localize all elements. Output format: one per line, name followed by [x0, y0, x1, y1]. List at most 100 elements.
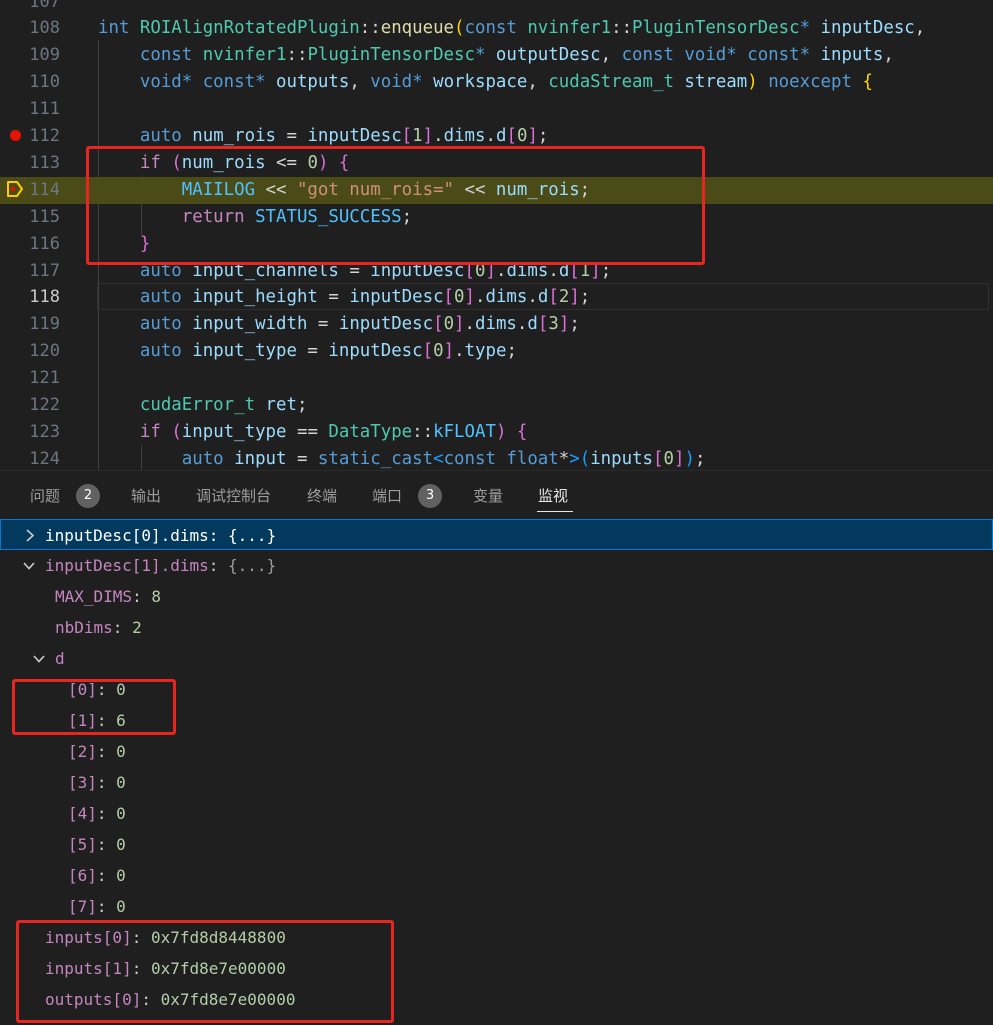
watch-item[interactable]: inputDesc[1].dims: {...}: [0, 550, 993, 581]
code-line[interactable]: 122 cudaError_t ret;: [0, 392, 993, 419]
watch-item[interactable]: nbDims: 2: [0, 612, 993, 643]
code-token: {: [516, 421, 528, 442]
code-line[interactable]: 110 void* const* outputs, void* workspac…: [0, 69, 993, 96]
code-token: [: [537, 314, 549, 335]
chevron-right-icon[interactable]: [23, 520, 37, 551]
watch-item[interactable]: d: [0, 643, 993, 674]
watch-value: 0: [116, 804, 126, 823]
highlight-if-block: [86, 146, 705, 265]
code-token: void*: [370, 72, 434, 93]
watch-name: [4]: [68, 804, 97, 823]
watch-item[interactable]: MAX_DIMS: 8: [0, 581, 993, 612]
code-token: ::: [611, 18, 633, 39]
watch-expression: inputDesc[1].dims: {...}: [45, 550, 276, 581]
code-token: PluginTensorDesc: [632, 18, 800, 39]
chevron-down-icon[interactable]: [22, 550, 36, 581]
code-token: ::: [286, 45, 308, 66]
line-number: 111: [29, 99, 60, 120]
code-token: >: [569, 448, 580, 469]
code-line[interactable]: 121: [0, 365, 993, 392]
code-token: int: [98, 18, 140, 39]
code-token: void* const*: [139, 72, 277, 93]
watch-value: {...}: [228, 556, 277, 575]
watch-value: 0: [116, 866, 126, 885]
code-token: .: [485, 126, 496, 146]
code-token: ]: [422, 126, 434, 146]
cursor-line-outline: [97, 283, 989, 310]
line-number: 118: [29, 287, 60, 308]
code-token: =: [307, 314, 339, 335]
code-token: ]: [527, 126, 538, 146]
watch-item[interactable]: [4]: 0: [0, 798, 993, 829]
code-token: const float: [443, 448, 559, 469]
watch-expression: [3]: 0: [68, 767, 126, 798]
problems-count-badge: 2: [76, 484, 100, 508]
watch-separator: :: [96, 804, 117, 823]
code-token: ,: [883, 45, 894, 66]
code-token: ): [747, 72, 758, 93]
code-token: 0: [663, 448, 674, 469]
tab-output[interactable]: 输出: [131, 485, 161, 507]
line-number: 107: [29, 0, 60, 12]
watch-value: 0: [116, 835, 126, 854]
watch-expression: [6]: 0: [68, 860, 126, 891]
code-line[interactable]: 124 auto input = static_cast<const float…: [0, 446, 993, 470]
code-line[interactable]: 119 auto input_width = inputDesc[0].dims…: [0, 311, 993, 338]
watch-item[interactable]: inputDesc[0].dims: {...}: [0, 519, 993, 550]
code-line[interactable]: 109 const nvinfer1::PluginTensorDesc* ou…: [0, 42, 993, 69]
code-line[interactable]: 107: [0, 0, 993, 15]
code-token: noexcept: [768, 72, 863, 93]
watch-value: 0: [116, 742, 126, 761]
watch-separator: :: [132, 587, 152, 606]
code-text: auto input_width = inputDesc[0].dims.d[3…: [98, 311, 580, 338]
breakpoint-icon[interactable]: [10, 130, 21, 141]
tab-problems[interactable]: 问题: [30, 485, 60, 507]
code-line[interactable]: 123 if (input_type == DataType::kFLOAT) …: [0, 419, 993, 446]
code-token: num_rois: [192, 126, 277, 146]
watch-item[interactable]: [3]: 0: [0, 767, 993, 798]
code-line[interactable]: 120 auto input_type = inputDesc[0].type;: [0, 338, 993, 365]
code-token: ==: [286, 421, 329, 442]
line-number: 110: [29, 72, 60, 93]
watch-item[interactable]: [7]: 0: [0, 891, 993, 922]
watch-value: {...}: [228, 526, 277, 545]
code-token: stream: [684, 72, 748, 93]
code-token: kFLOAT: [433, 421, 496, 442]
tab-terminal[interactable]: 终端: [307, 485, 337, 507]
tab-variables[interactable]: 变量: [473, 485, 503, 507]
watch-name: [5]: [68, 835, 97, 854]
code-text: int ROIAlignRotatedPlugin::enqueue(const…: [98, 15, 925, 42]
watch-separator: :: [112, 618, 133, 637]
watch-name: [3]: [68, 773, 97, 792]
code-token: .: [433, 126, 444, 146]
code-token: ;: [296, 395, 308, 415]
code-token: d: [527, 314, 538, 335]
line-number: 112: [29, 126, 60, 146]
code-line[interactable]: 108 int ROIAlignRotatedPlugin::enqueue(co…: [0, 15, 993, 42]
code-token: d: [495, 126, 507, 146]
code-token: ]: [443, 341, 455, 362]
tab-ports[interactable]: 端口: [372, 485, 402, 507]
code-token: ]: [673, 448, 685, 469]
watch-value: 2: [132, 618, 142, 637]
code-token: input_type: [192, 341, 297, 362]
chevron-down-icon[interactable]: [32, 643, 46, 674]
watch-item[interactable]: [6]: 0: [0, 860, 993, 891]
code-editor[interactable]: 107108 int ROIAlignRotatedPlugin::enqueue…: [0, 0, 993, 470]
watch-item[interactable]: [5]: 0: [0, 829, 993, 860]
active-tab-indicator: [537, 511, 573, 512]
code-token: ::: [412, 421, 434, 442]
code-token: 0: [516, 126, 528, 146]
code-token: cudaStream_t: [548, 72, 685, 93]
tab-debug-console[interactable]: 调试控制台: [196, 485, 271, 507]
watch-separator: :: [96, 773, 117, 792]
code-line[interactable]: 111: [0, 96, 993, 123]
code-token: ]: [558, 314, 570, 335]
watch-expression: [7]: 0: [68, 891, 126, 922]
watch-expression: MAX_DIMS: 8: [55, 581, 161, 612]
watch-item[interactable]: [2]: 0: [0, 736, 993, 767]
tab-watch[interactable]: 监视: [538, 485, 568, 507]
